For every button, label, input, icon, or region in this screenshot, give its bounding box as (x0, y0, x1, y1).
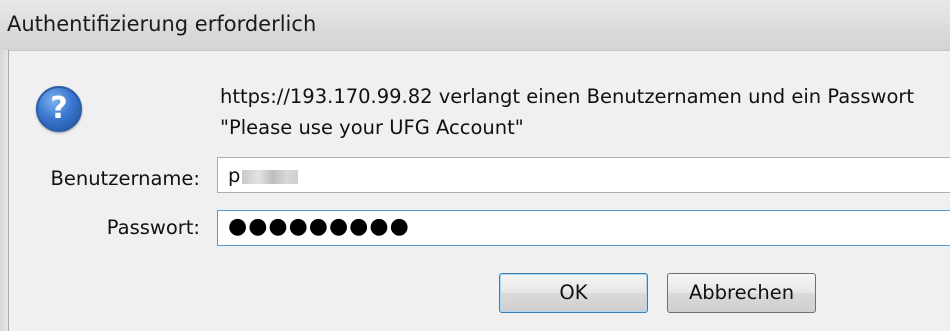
username-field[interactable]: p (217, 157, 950, 193)
auth-message-line-1: https://193.170.99.82 verlangt einen Ben… (220, 85, 915, 108)
window-title: Authentifizierung erforderlich (7, 12, 317, 36)
cancel-button[interactable]: Abbrechen (667, 273, 816, 313)
username-label: Benutzername: (50, 167, 200, 190)
dialog-body: ? https://193.170.99.82 verlangt einen B… (9, 51, 950, 331)
auth-message-line-2: "Please use your UFG Account" (220, 116, 524, 139)
password-masked-value: ●●●●●●●●● (228, 214, 410, 239)
auth-message: https://193.170.99.82 verlangt einen Ben… (220, 81, 914, 143)
question-icon: ? (36, 86, 82, 132)
title-bar[interactable]: Authentifizierung erforderlich (0, 0, 950, 51)
password-label: Passwort: (106, 216, 200, 239)
password-field[interactable]: ●●●●●●●●● (217, 210, 950, 246)
redacted-text-blur (242, 169, 299, 184)
ok-button[interactable]: OK (499, 273, 648, 313)
auth-dialog-window: Authentifizierung erforderlich ? https:/… (0, 0, 950, 331)
window-frame-left (0, 50, 9, 331)
username-value: p (228, 164, 299, 187)
